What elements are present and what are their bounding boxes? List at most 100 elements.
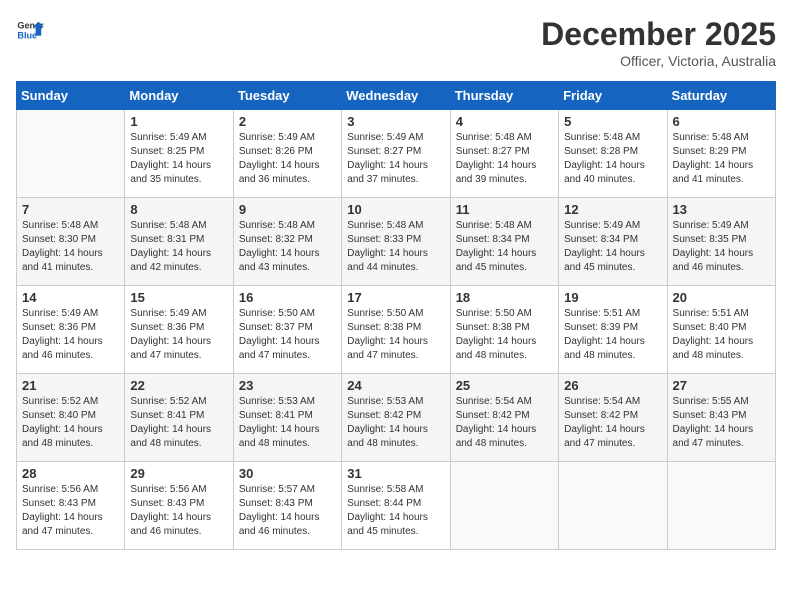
day-info: Sunrise: 5:53 AM Sunset: 8:41 PM Dayligh… <box>239 395 336 451</box>
calendar-cell: 29Sunrise: 5:56 AM Sunset: 8:43 PM Dayli… <box>125 462 233 550</box>
day-info: Sunrise: 5:51 AM Sunset: 8:40 PM Dayligh… <box>673 307 770 363</box>
day-number: 7 <box>22 202 119 217</box>
calendar-cell: 28Sunrise: 5:56 AM Sunset: 8:43 PM Dayli… <box>17 462 125 550</box>
calendar-cell: 4 Sunrise: 5:48 AM Sunset: 8:27 PM Daylig… <box>450 110 558 198</box>
day-info: Sunrise: 5:48 AM Sunset: 8:27 PM Dayligh… <box>456 131 553 187</box>
calendar-cell: 7 Sunrise: 5:48 AM Sunset: 8:30 PM Daylig… <box>17 198 125 286</box>
calendar-cell: 31 Sunrise: 5:58 AM Sunset: 8:44 PM Dayli… <box>342 462 450 550</box>
day-number: 19 <box>564 290 661 305</box>
calendar-cell: 21Sunrise: 5:52 AM Sunset: 8:40 PM Dayli… <box>17 374 125 462</box>
week-row-1: 1 Sunrise: 5:49 AM Sunset: 8:25 PM Daylig… <box>17 110 776 198</box>
day-number: 5 <box>564 114 661 129</box>
header-row: SundayMondayTuesdayWednesdayThursdayFrid… <box>17 82 776 110</box>
calendar-cell: 18Sunrise: 5:50 AM Sunset: 8:38 PM Dayli… <box>450 286 558 374</box>
calendar-cell: 22 Sunrise: 5:52 AM Sunset: 8:41 PM Dayli… <box>125 374 233 462</box>
day-info: Sunrise: 5:55 AM Sunset: 8:43 PM Dayligh… <box>673 395 770 451</box>
day-number: 23 <box>239 378 336 393</box>
day-info: Sunrise: 5:48 AM Sunset: 8:29 PM Dayligh… <box>673 131 770 187</box>
day-info: Sunrise: 5:49 AM Sunset: 8:36 PM Dayligh… <box>22 307 119 363</box>
calendar-cell: 26 Sunrise: 5:54 AM Sunset: 8:42 PM Dayli… <box>559 374 667 462</box>
col-header-thursday: Thursday <box>450 82 558 110</box>
day-number: 31 <box>347 466 444 481</box>
calendar-cell: 3Sunrise: 5:49 AM Sunset: 8:27 PM Daylig… <box>342 110 450 198</box>
calendar-cell: 12 Sunrise: 5:49 AM Sunset: 8:34 PM Dayli… <box>559 198 667 286</box>
day-number: 1 <box>130 114 227 129</box>
calendar-cell: 9 Sunrise: 5:48 AM Sunset: 8:32 PM Daylig… <box>233 198 341 286</box>
day-info: Sunrise: 5:56 AM Sunset: 8:43 PM Dayligh… <box>22 483 119 539</box>
day-number: 20 <box>673 290 770 305</box>
calendar-table: SundayMondayTuesdayWednesdayThursdayFrid… <box>16 81 776 550</box>
calendar-cell: 23 Sunrise: 5:53 AM Sunset: 8:41 PM Dayli… <box>233 374 341 462</box>
day-number: 25 <box>456 378 553 393</box>
col-header-friday: Friday <box>559 82 667 110</box>
day-info: Sunrise: 5:49 AM Sunset: 8:35 PM Dayligh… <box>673 219 770 275</box>
day-info: Sunrise: 5:53 AM Sunset: 8:42 PM Dayligh… <box>347 395 444 451</box>
day-info: Sunrise: 5:51 AM Sunset: 8:39 PM Dayligh… <box>564 307 661 363</box>
calendar-cell: 24 Sunrise: 5:53 AM Sunset: 8:42 PM Dayli… <box>342 374 450 462</box>
day-info: Sunrise: 5:49 AM Sunset: 8:27 PM Dayligh… <box>347 131 444 187</box>
day-info: Sunrise: 5:48 AM Sunset: 8:30 PM Dayligh… <box>22 219 119 275</box>
day-info: Sunrise: 5:48 AM Sunset: 8:33 PM Dayligh… <box>347 219 444 275</box>
day-number: 8 <box>130 202 227 217</box>
location-subtitle: Officer, Victoria, Australia <box>541 53 776 69</box>
col-header-wednesday: Wednesday <box>342 82 450 110</box>
calendar-cell: 13Sunrise: 5:49 AM Sunset: 8:35 PM Dayli… <box>667 198 775 286</box>
month-title: December 2025 <box>541 16 776 53</box>
day-info: Sunrise: 5:48 AM Sunset: 8:28 PM Dayligh… <box>564 131 661 187</box>
calendar-cell: 14Sunrise: 5:49 AM Sunset: 8:36 PM Dayli… <box>17 286 125 374</box>
week-row-4: 21Sunrise: 5:52 AM Sunset: 8:40 PM Dayli… <box>17 374 776 462</box>
week-row-5: 28Sunrise: 5:56 AM Sunset: 8:43 PM Dayli… <box>17 462 776 550</box>
calendar-cell: 11 Sunrise: 5:48 AM Sunset: 8:34 PM Dayli… <box>450 198 558 286</box>
day-info: Sunrise: 5:49 AM Sunset: 8:25 PM Dayligh… <box>130 131 227 187</box>
day-info: Sunrise: 5:54 AM Sunset: 8:42 PM Dayligh… <box>564 395 661 451</box>
title-block: December 2025 Officer, Victoria, Austral… <box>541 16 776 69</box>
day-info: Sunrise: 5:50 AM Sunset: 8:37 PM Dayligh… <box>239 307 336 363</box>
day-info: Sunrise: 5:52 AM Sunset: 8:41 PM Dayligh… <box>130 395 227 451</box>
calendar-cell: 1 Sunrise: 5:49 AM Sunset: 8:25 PM Daylig… <box>125 110 233 198</box>
calendar-cell <box>450 462 558 550</box>
calendar-cell: 27 Sunrise: 5:55 AM Sunset: 8:43 PM Dayli… <box>667 374 775 462</box>
col-header-monday: Monday <box>125 82 233 110</box>
day-number: 6 <box>673 114 770 129</box>
day-info: Sunrise: 5:48 AM Sunset: 8:32 PM Dayligh… <box>239 219 336 275</box>
col-header-saturday: Saturday <box>667 82 775 110</box>
day-number: 2 <box>239 114 336 129</box>
day-number: 22 <box>130 378 227 393</box>
day-info: Sunrise: 5:52 AM Sunset: 8:40 PM Dayligh… <box>22 395 119 451</box>
day-number: 27 <box>673 378 770 393</box>
day-info: Sunrise: 5:48 AM Sunset: 8:34 PM Dayligh… <box>456 219 553 275</box>
day-number: 12 <box>564 202 661 217</box>
calendar-cell: 20 Sunrise: 5:51 AM Sunset: 8:40 PM Dayli… <box>667 286 775 374</box>
logo: General Blue <box>16 16 44 44</box>
calendar-cell: 6 Sunrise: 5:48 AM Sunset: 8:29 PM Daylig… <box>667 110 775 198</box>
col-header-sunday: Sunday <box>17 82 125 110</box>
calendar-cell: 17Sunrise: 5:50 AM Sunset: 8:38 PM Dayli… <box>342 286 450 374</box>
day-info: Sunrise: 5:49 AM Sunset: 8:36 PM Dayligh… <box>130 307 227 363</box>
day-number: 26 <box>564 378 661 393</box>
day-number: 24 <box>347 378 444 393</box>
page-header: General Blue December 2025 Officer, Vict… <box>16 16 776 69</box>
day-info: Sunrise: 5:48 AM Sunset: 8:31 PM Dayligh… <box>130 219 227 275</box>
calendar-cell: 8 Sunrise: 5:48 AM Sunset: 8:31 PM Daylig… <box>125 198 233 286</box>
day-info: Sunrise: 5:58 AM Sunset: 8:44 PM Dayligh… <box>347 483 444 539</box>
week-row-3: 14Sunrise: 5:49 AM Sunset: 8:36 PM Dayli… <box>17 286 776 374</box>
day-number: 4 <box>456 114 553 129</box>
day-number: 16 <box>239 290 336 305</box>
day-number: 11 <box>456 202 553 217</box>
day-number: 17 <box>347 290 444 305</box>
day-info: Sunrise: 5:56 AM Sunset: 8:43 PM Dayligh… <box>130 483 227 539</box>
day-number: 10 <box>347 202 444 217</box>
day-number: 15 <box>130 290 227 305</box>
day-number: 9 <box>239 202 336 217</box>
calendar-cell: 25Sunrise: 5:54 AM Sunset: 8:42 PM Dayli… <box>450 374 558 462</box>
svg-text:Blue: Blue <box>17 30 37 40</box>
calendar-cell: 2 Sunrise: 5:49 AM Sunset: 8:26 PM Daylig… <box>233 110 341 198</box>
week-row-2: 7 Sunrise: 5:48 AM Sunset: 8:30 PM Daylig… <box>17 198 776 286</box>
day-info: Sunrise: 5:49 AM Sunset: 8:34 PM Dayligh… <box>564 219 661 275</box>
day-info: Sunrise: 5:49 AM Sunset: 8:26 PM Dayligh… <box>239 131 336 187</box>
col-header-tuesday: Tuesday <box>233 82 341 110</box>
day-number: 30 <box>239 466 336 481</box>
logo-icon: General Blue <box>16 16 44 44</box>
calendar-cell: 16 Sunrise: 5:50 AM Sunset: 8:37 PM Dayli… <box>233 286 341 374</box>
day-info: Sunrise: 5:57 AM Sunset: 8:43 PM Dayligh… <box>239 483 336 539</box>
